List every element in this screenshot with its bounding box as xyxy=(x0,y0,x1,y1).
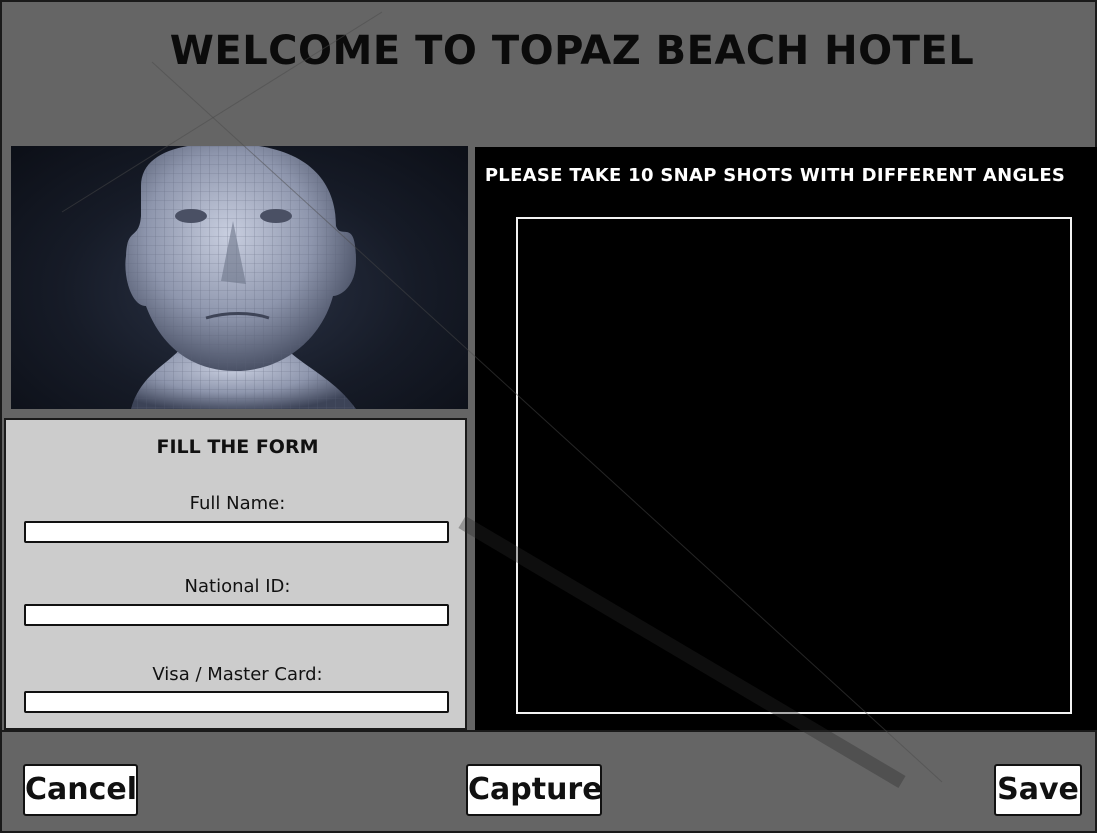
registration-form: FILL THE FORM Full Name: National ID: Vi… xyxy=(4,418,467,730)
card-number-input[interactable] xyxy=(24,691,449,713)
app-window: WELCOME TO TOPAZ BEACH HOTEL FILL THE FO… xyxy=(0,0,1097,833)
page-title: WELCOME TO TOPAZ BEACH HOTEL xyxy=(169,28,975,74)
camera-viewport[interactable] xyxy=(516,217,1072,714)
face-illustration xyxy=(125,146,356,409)
card-label: Visa / Master Card: xyxy=(152,664,323,685)
snapshot-instruction: PLEASE TAKE 10 SNAP SHOTS WITH DIFFERENT… xyxy=(484,165,1066,186)
national-id-input[interactable] xyxy=(24,604,449,626)
snapshot-panel: PLEASE TAKE 10 SNAP SHOTS WITH DIFFERENT… xyxy=(475,147,1097,730)
full-name-label: Full Name: xyxy=(189,493,286,514)
full-name-input[interactable] xyxy=(24,521,449,543)
national-id-label: National ID: xyxy=(184,576,291,597)
form-title: FILL THE FORM xyxy=(156,436,319,458)
face-preview-image xyxy=(11,146,468,409)
footer-divider xyxy=(2,730,1097,732)
header: WELCOME TO TOPAZ BEACH HOTEL xyxy=(2,2,1095,140)
cancel-button[interactable]: Cancel xyxy=(23,764,138,816)
save-button[interactable]: Save xyxy=(994,764,1082,816)
capture-button[interactable]: Capture xyxy=(466,764,603,816)
